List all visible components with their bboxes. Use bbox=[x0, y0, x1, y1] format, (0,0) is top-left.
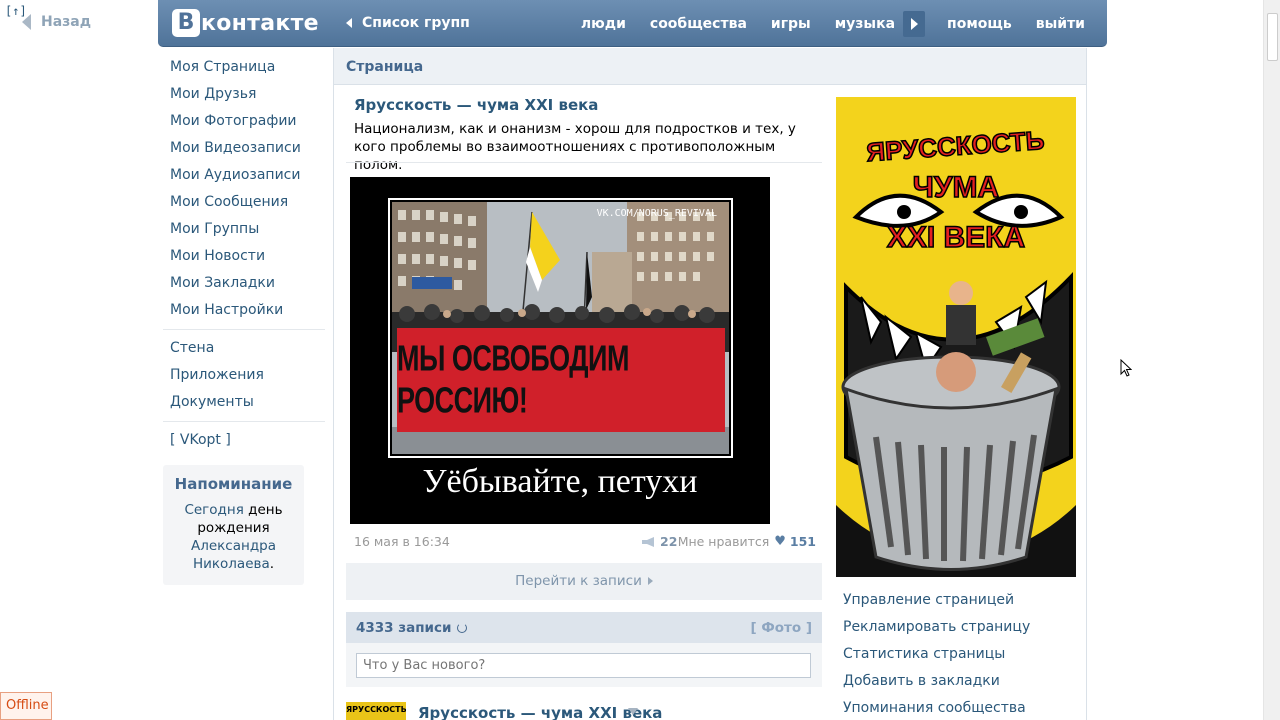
post-author-name[interactable]: Ярусскость — чума XXI века bbox=[418, 704, 662, 720]
reminder-body: Сегодня день рождения Александра Николае… bbox=[163, 501, 304, 573]
menu-my-bookmarks[interactable]: Мои Закладки bbox=[163, 272, 325, 299]
image-watermark: VK.COM/NORUS_REVIVAL bbox=[596, 208, 717, 219]
back-arrow-icon bbox=[22, 14, 31, 30]
troll-face-graphic: ЯРУССКОСТЬ ЧУМА XXI ВЕКА bbox=[836, 97, 1076, 577]
menu-wall[interactable]: Стена bbox=[163, 337, 325, 364]
community-avatar[interactable]: ЯРУССКОСТЬ ЧУМА XXI ВЕКА bbox=[836, 97, 1076, 577]
menu-documents[interactable]: Документы bbox=[163, 391, 325, 418]
menu-my-photos[interactable]: Мои Фотографии bbox=[163, 110, 325, 137]
menu-apps[interactable]: Приложения bbox=[163, 364, 325, 391]
back-link[interactable]: Назад bbox=[22, 14, 91, 30]
play-icon bbox=[910, 17, 918, 30]
nav-logout[interactable]: выйти bbox=[1024, 16, 1107, 32]
reminder-title: Напоминание bbox=[174, 475, 293, 493]
banner-text: МЫ ОСВОБОДИМ РОССИЮ! bbox=[397, 338, 629, 421]
nav-communities[interactable]: сообщества bbox=[638, 16, 759, 32]
goto-post-label: Перейти к записи bbox=[515, 573, 642, 589]
menu-my-groups[interactable]: Мои Группы bbox=[163, 218, 325, 245]
back-label: Назад bbox=[41, 14, 92, 30]
like-count: 151 bbox=[789, 534, 816, 549]
menu-divider bbox=[163, 329, 325, 330]
menu-my-videos[interactable]: Мои Видеозаписи bbox=[163, 137, 325, 164]
page-scrollbar[interactable] bbox=[1263, 0, 1280, 720]
loading-spinner-icon bbox=[456, 623, 467, 633]
community-actions: Управление страницей Рекламировать стран… bbox=[843, 588, 1083, 720]
menu-my-messages[interactable]: Мои Сообщения bbox=[163, 191, 325, 218]
post-text: Национализм, как и онанизм - хорош для п… bbox=[354, 121, 796, 173]
menu-my-audio[interactable]: Мои Аудиозаписи bbox=[163, 164, 325, 191]
reminder-dot: . bbox=[269, 556, 275, 572]
menu-vkopt[interactable]: [ VKopt ] bbox=[163, 429, 325, 456]
like-label: Мне нравится bbox=[677, 534, 770, 549]
birthday-reminder: Напоминание Сегодня день рождения Алекса… bbox=[163, 465, 304, 585]
offline-status-badge: Offline bbox=[0, 692, 52, 720]
groups-list-label: Список групп bbox=[362, 15, 470, 31]
post-image[interactable]: VK.COM/NORUS_REVIVAL МЫ ОСВОБОДИМ РОССИЮ… bbox=[350, 177, 770, 524]
nav-music[interactable]: музыка bbox=[823, 16, 907, 32]
menu-divider bbox=[163, 421, 325, 422]
manage-page-link[interactable]: Управление страницей bbox=[843, 588, 1083, 615]
top-nav: люди сообщества игры музыка помощь выйти bbox=[569, 0, 1107, 47]
reminder-today-link[interactable]: Сегодня bbox=[184, 502, 243, 518]
wall-post-count[interactable]: 4333 записи bbox=[356, 620, 451, 636]
vk-logo[interactable]: В контакте bbox=[172, 9, 319, 37]
megaphone-icon bbox=[642, 536, 654, 547]
avatar-title-line3: XXI ВЕКА bbox=[887, 221, 1025, 254]
vk-logo-text: контакте bbox=[201, 10, 319, 36]
post-meta: 16 мая в 16:34 22 Мне нравится ♥ 151 bbox=[354, 534, 816, 550]
avatar-caption: ЯРУССКОСТЬ bbox=[346, 705, 406, 714]
post-title[interactable]: Ярусскость — чума XXI века bbox=[354, 96, 598, 114]
groups-list-link[interactable]: Список групп bbox=[346, 15, 470, 31]
scrollbar-thumb[interactable] bbox=[1267, 13, 1278, 61]
music-play-button[interactable] bbox=[903, 10, 926, 37]
main-content: Страница Ярусскость — чума XXI века Наци… bbox=[333, 48, 1087, 720]
page-stats-link[interactable]: Статистика страницы bbox=[843, 642, 1083, 669]
add-bookmark-link[interactable]: Добавить в закладки bbox=[843, 669, 1083, 696]
left-arrow-icon bbox=[346, 18, 352, 28]
menu-my-page[interactable]: Моя Страница bbox=[163, 56, 325, 83]
like-button[interactable]: Мне нравится ♥ 151 bbox=[678, 534, 816, 549]
post-divider bbox=[346, 162, 822, 163]
chevron-right-icon bbox=[647, 577, 653, 585]
post-date[interactable]: 16 мая в 16:34 bbox=[354, 534, 450, 549]
wall-post-box bbox=[346, 643, 822, 687]
image-frame: VK.COM/NORUS_REVIVAL МЫ ОСВОБОДИМ РОССИЮ… bbox=[388, 198, 733, 458]
heart-icon: ♥ bbox=[774, 534, 786, 549]
avatar-title-line2: ЧУМА bbox=[913, 171, 999, 204]
advertise-page-link[interactable]: Рекламировать страницу bbox=[843, 615, 1083, 642]
nav-help[interactable]: помощь bbox=[935, 16, 1024, 32]
image-caption: Уёбывайте, петухи bbox=[422, 463, 698, 500]
reminder-person-link[interactable]: Александра Николаева bbox=[191, 538, 276, 572]
nav-games[interactable]: игры bbox=[759, 16, 823, 32]
menu-my-settings[interactable]: Мои Настройки bbox=[163, 299, 325, 326]
browser-back-area: [↑] Назад bbox=[0, 0, 158, 48]
rally-photo: VK.COM/NORUS_REVIVAL МЫ ОСВОБОДИМ РОССИЮ… bbox=[392, 202, 729, 454]
left-menu: Моя Страница Мои Друзья Мои Фотографии М… bbox=[163, 56, 325, 456]
share-count: 22 bbox=[660, 534, 678, 549]
nav-people[interactable]: люди bbox=[569, 16, 638, 32]
dropdown-arrow-icon[interactable] bbox=[628, 708, 638, 715]
rally-banner: МЫ ОСВОБОДИМ РОССИЮ! bbox=[397, 328, 725, 432]
wall-header: 4333 записи [ Фото ] bbox=[346, 612, 822, 643]
top-header: В контакте Список групп люди сообщества … bbox=[158, 0, 1107, 47]
new-post-input[interactable] bbox=[356, 653, 811, 678]
goto-post-button[interactable]: Перейти к записи bbox=[346, 563, 822, 600]
menu-my-news[interactable]: Мои Новости bbox=[163, 245, 325, 272]
post-author-avatar[interactable]: ЯРУССКОСТЬ bbox=[346, 702, 406, 720]
vk-logo-icon: В bbox=[172, 9, 200, 37]
community-mentions-link[interactable]: Упоминания сообщества bbox=[843, 696, 1083, 720]
menu-my-friends[interactable]: Мои Друзья bbox=[163, 83, 325, 110]
photo-filter-link[interactable]: [ Фото ] bbox=[750, 620, 812, 636]
mouse-cursor-icon bbox=[1120, 359, 1132, 377]
page-header: Страница bbox=[334, 48, 1086, 85]
next-post: ЯРУССКОСТЬ Ярусскость — чума XXI века bbox=[346, 702, 822, 720]
share-button[interactable]: 22 bbox=[642, 534, 677, 549]
